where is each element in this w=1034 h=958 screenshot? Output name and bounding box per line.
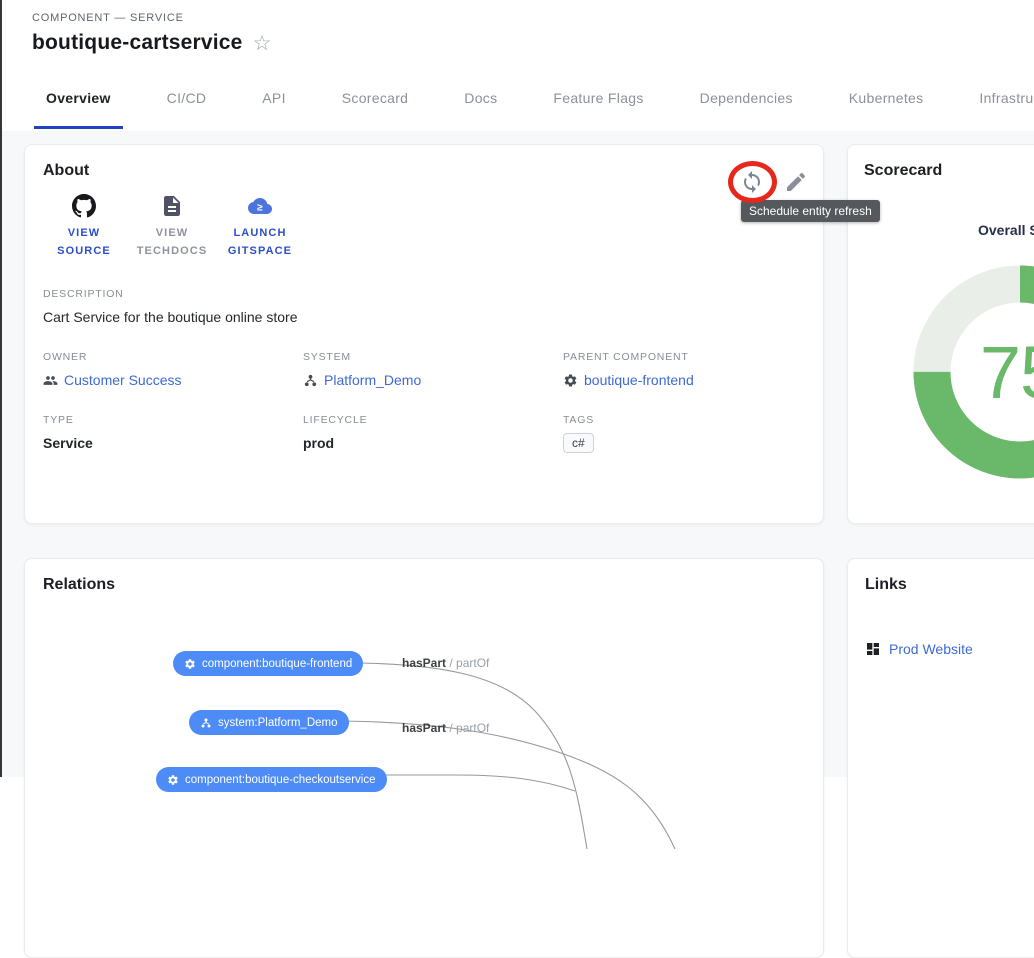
links-card: Links Prod Website: [847, 558, 1034, 958]
refresh-button[interactable]: [740, 170, 764, 194]
links-card-title: Links: [865, 576, 1034, 594]
tab-api[interactable]: API: [262, 64, 285, 131]
edge-relation-secondary: / partOf: [449, 721, 489, 735]
field-parent-component: PARENT COMPONENT boutique-frontend: [563, 351, 805, 388]
graph-node-platform-demo[interactable]: system:Platform_Demo: [189, 710, 349, 735]
tab-scorecard[interactable]: Scorecard: [342, 64, 409, 131]
view-source-label-line2: SOURCE: [57, 245, 111, 257]
about-card-title: About: [43, 162, 805, 180]
field-owner: OWNER Customer Success: [43, 351, 303, 388]
page-title: boutique-cartservice: [32, 31, 243, 55]
graph-node-label: system:Platform_Demo: [218, 717, 338, 729]
edge-relation-primary: hasPart: [402, 656, 446, 670]
owner-link[interactable]: Customer Success: [43, 372, 303, 388]
tab-dependencies[interactable]: Dependencies: [700, 64, 793, 131]
field-system: SYSTEM Platform_Demo: [303, 351, 563, 388]
lifecycle-label: LIFECYCLE: [303, 414, 563, 426]
graph-node-label: component:boutique-frontend: [202, 658, 352, 670]
graph-node-label: component:boutique-checkoutservice: [185, 774, 376, 786]
system-link[interactable]: Platform_Demo: [303, 372, 563, 388]
cloud-terminal-icon: ≥: [248, 194, 272, 218]
component-icon: [563, 373, 578, 388]
system-value: Platform_Demo: [324, 372, 421, 388]
type-value: Service: [43, 435, 303, 451]
view-techdocs-label-line1: VIEW: [156, 227, 189, 239]
refresh-icon: [740, 170, 764, 194]
edge-relation-primary: hasPart: [402, 721, 446, 735]
owner-value: Customer Success: [64, 372, 181, 388]
view-techdocs-label-line2: TECHDOCS: [137, 245, 208, 257]
view-techdocs-button[interactable]: VIEW TECHDOCS: [131, 194, 213, 260]
pencil-icon: [784, 170, 808, 194]
about-actions: VIEW SOURCE VIEW TECHDOCS ≥: [43, 194, 805, 260]
graph-node-boutique-frontend[interactable]: component:boutique-frontend: [173, 651, 363, 676]
dashboard-icon: [865, 641, 881, 657]
relations-card: Relations hasPart / partOf hasPart / par…: [24, 558, 824, 958]
launch-gitspace-label-line2: GITSPACE: [228, 245, 292, 257]
github-icon: [72, 194, 96, 218]
page-header: COMPONENT — SERVICE boutique-cartservice…: [2, 0, 1034, 64]
edge-label: hasPart / partOf: [402, 721, 489, 735]
group-icon: [43, 373, 58, 388]
system-label: SYSTEM: [303, 351, 563, 363]
link-prod-website[interactable]: Prod Website: [865, 641, 1034, 657]
about-card: About Schedule entity refresh VIEW SOURC…: [24, 144, 824, 524]
about-fields: OWNER Customer Success SYSTEM Platform_D…: [43, 351, 805, 453]
component-icon: [167, 774, 179, 786]
parent-component-label: PARENT COMPONENT: [563, 351, 805, 363]
favorite-star-icon[interactable]: ☆: [253, 33, 272, 54]
relations-graph-edges: [25, 559, 824, 958]
view-source-button[interactable]: VIEW SOURCE: [43, 194, 125, 260]
type-label: TYPE: [43, 414, 303, 426]
tab-bar: Overview CI/CD API Scorecard Docs Featur…: [2, 64, 1034, 131]
view-source-label-line1: VIEW: [68, 227, 101, 239]
tab-docs[interactable]: Docs: [464, 64, 497, 131]
edge-label: hasPart / partOf: [402, 656, 489, 670]
field-tags: TAGS c#: [563, 414, 805, 453]
tab-infrastructure[interactable]: Infrastructure: [979, 64, 1034, 131]
link-label: Prod Website: [889, 641, 973, 657]
overall-score-label: Overall Score: [978, 222, 1034, 238]
lifecycle-value: prod: [303, 435, 563, 451]
graph-node-boutique-checkoutservice[interactable]: component:boutique-checkoutservice: [156, 767, 387, 792]
refresh-tooltip: Schedule entity refresh: [741, 200, 880, 222]
tab-feature-flags[interactable]: Feature Flags: [553, 64, 643, 131]
entity-page: { "header": { "breadcrumb": "COMPONENT —…: [0, 0, 1034, 777]
edge-relation-secondary: / partOf: [449, 656, 489, 670]
system-icon: [200, 717, 212, 729]
owner-label: OWNER: [43, 351, 303, 363]
parent-component-value: boutique-frontend: [584, 372, 694, 388]
scorecard-card-title: Scorecard: [864, 162, 1034, 180]
score-gauge: 75: [900, 252, 1034, 492]
field-lifecycle: LIFECYCLE prod: [303, 414, 563, 453]
svg-text:≥: ≥: [257, 202, 263, 213]
edit-button[interactable]: [784, 170, 808, 194]
content-area: About Schedule entity refresh VIEW SOURC…: [2, 131, 1034, 777]
tab-kubernetes[interactable]: Kubernetes: [849, 64, 924, 131]
description-text: Cart Service for the boutique online sto…: [43, 309, 805, 325]
system-icon: [303, 373, 318, 388]
tag-chip[interactable]: c#: [563, 433, 594, 453]
parent-component-link[interactable]: boutique-frontend: [563, 372, 805, 388]
component-icon: [184, 658, 196, 670]
breadcrumb: COMPONENT — SERVICE: [32, 12, 1034, 24]
document-icon: [160, 194, 184, 218]
field-type: TYPE Service: [43, 414, 303, 453]
description-label: DESCRIPTION: [43, 288, 805, 300]
tab-cicd[interactable]: CI/CD: [167, 64, 207, 131]
tags-label: TAGS: [563, 414, 805, 426]
launch-gitspace-button[interactable]: ≥ LAUNCH GITSPACE: [219, 194, 301, 260]
score-value: 75: [900, 252, 1034, 492]
launch-gitspace-label-line1: LAUNCH: [233, 227, 286, 239]
tab-overview[interactable]: Overview: [46, 64, 111, 131]
